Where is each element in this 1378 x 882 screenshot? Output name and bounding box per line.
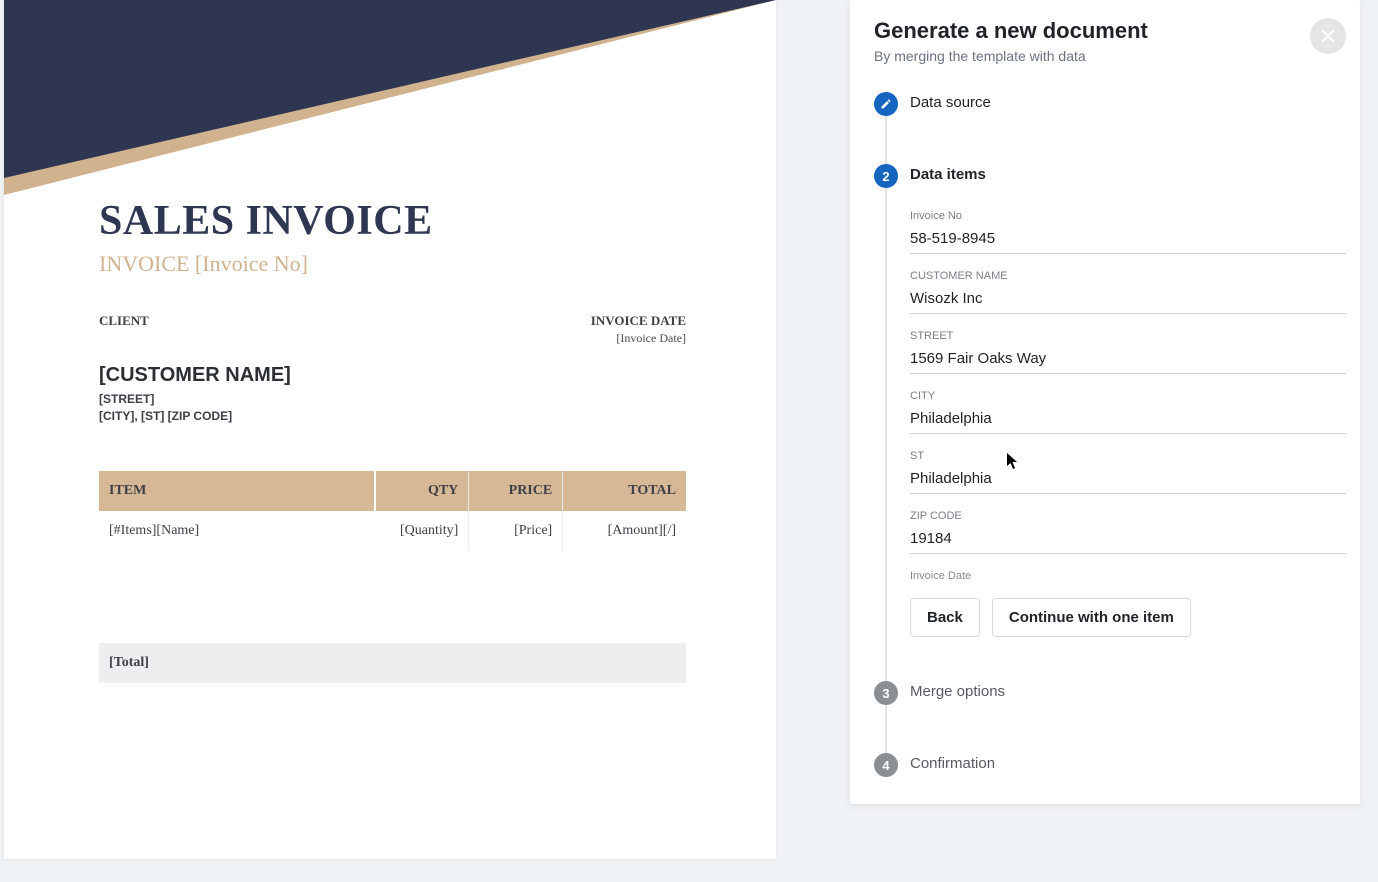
step2-label: Data items	[910, 164, 986, 183]
total-row: [Total]	[99, 643, 686, 683]
td-qty: [Quantity]	[375, 511, 469, 551]
label-invoice-date: Invoice Date	[910, 570, 1346, 582]
doc-city-line: [CITY], [ST] [ZIP CODE]	[99, 408, 686, 425]
td-price: [Price]	[469, 511, 563, 551]
template-preview: SALES INVOICE INVOICE [Invoice No] CLIEN…	[4, 0, 776, 859]
label-st: ST	[910, 450, 1346, 462]
step-data-items[interactable]: 2 Data items	[874, 164, 1346, 188]
th-item: ITEM	[99, 471, 375, 511]
input-city[interactable]	[910, 406, 1346, 434]
label-customer-name: CUSTOMER NAME	[910, 270, 1346, 282]
th-total: TOTAL	[563, 471, 686, 511]
step-data-source[interactable]: Data source	[874, 92, 1346, 116]
generate-document-panel: Generate a new document By merging the t…	[850, 0, 1360, 804]
label-zip: ZIP CODE	[910, 510, 1346, 522]
continue-button[interactable]: Continue with one item	[992, 598, 1191, 637]
doc-client-label: CLIENT	[99, 313, 149, 329]
step1-label: Data source	[910, 92, 991, 111]
doc-invoice-date-label: INVOICE DATE	[591, 313, 686, 329]
back-button[interactable]: Back	[910, 598, 980, 637]
th-qty: QTY	[375, 471, 469, 511]
doc-items-table: ITEM QTY PRICE TOTAL [#Items][Name] [Qua…	[99, 471, 686, 683]
label-city: CITY	[910, 390, 1346, 402]
input-street[interactable]	[910, 346, 1346, 374]
table-row: [#Items][Name] [Quantity] [Price] [Amoun…	[99, 511, 686, 551]
input-zip[interactable]	[910, 526, 1346, 554]
close-icon	[1320, 28, 1336, 44]
step4-badge: 4	[874, 753, 898, 777]
total-value: [Total]	[99, 643, 686, 683]
doc-invoice-line: INVOICE [Invoice No]	[99, 251, 686, 277]
input-invoice-no[interactable]	[910, 226, 1346, 254]
step2-badge: 2	[874, 164, 898, 188]
step4-label: Confirmation	[910, 753, 995, 772]
doc-invoice-date-value: [Invoice Date]	[591, 331, 686, 346]
doc-street: [STREET]	[99, 391, 686, 408]
pencil-icon	[874, 92, 898, 116]
panel-subtitle: By merging the template with data	[874, 48, 1148, 64]
step-confirmation[interactable]: 4 Confirmation	[874, 753, 1346, 777]
panel-title: Generate a new document	[874, 18, 1148, 44]
doc-title: SALES INVOICE	[99, 197, 686, 245]
label-invoice-no: Invoice No	[910, 210, 1346, 222]
td-amount: [Amount][/]	[563, 511, 686, 551]
label-street: STREET	[910, 330, 1346, 342]
data-items-form: Invoice No CUSTOMER NAME STREET CITY ST …	[910, 210, 1346, 590]
th-price: PRICE	[469, 471, 563, 511]
step3-label: Merge options	[910, 681, 1005, 700]
step-merge-options[interactable]: 3 Merge options	[874, 681, 1346, 705]
close-button[interactable]	[1310, 18, 1346, 54]
input-customer-name[interactable]	[910, 286, 1346, 314]
td-name: [#Items][Name]	[99, 511, 375, 551]
input-st[interactable]	[910, 466, 1346, 494]
doc-customer-name: [CUSTOMER NAME]	[99, 364, 686, 387]
step3-badge: 3	[874, 681, 898, 705]
